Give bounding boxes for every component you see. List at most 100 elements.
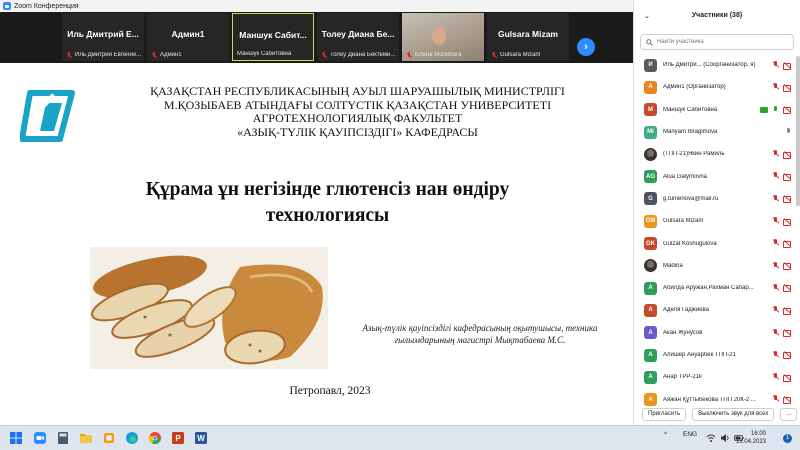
participant-avatar [644, 147, 657, 161]
participant-name: Иль Дмитри... (Соорганизатор, я) [663, 62, 756, 69]
participant-name: Маншук Сабитовна [663, 106, 718, 113]
participant-status-icons [772, 373, 792, 382]
participant-row[interactable]: MI Mariyam Ibragimova [634, 121, 794, 143]
participant-name: Gulsara Mizam [663, 218, 704, 225]
svg-text:W: W [197, 434, 205, 443]
windows-start-icon[interactable] [10, 432, 22, 444]
university-header: ҚАЗАҚСТАН РЕСПУБЛИКАСЫНЫҢ АУЫЛ ШАРУАШЫЛЫ… [85, 84, 630, 139]
mute-all-button[interactable]: Выключить звук для всех [692, 407, 775, 421]
participant-row[interactable]: И Иль Дмитри... (Соорганизатор, я) [634, 54, 794, 76]
author-info: Азық-түлік қауіпсіздігі кафедрасының оқы… [345, 322, 615, 346]
camera-off-icon [783, 62, 792, 70]
tile-name: Gulsara Mizam [498, 29, 558, 39]
participant-avatar [644, 259, 657, 273]
camera-off-icon [783, 195, 792, 204]
tile-label-text: Gulsara Mizam [500, 52, 541, 58]
title-line: Құрама ұн негізінде глютенсіз нан өндіру [145, 179, 510, 200]
mic-muted-icon [772, 328, 779, 337]
clock-time: 16:00 [750, 431, 766, 437]
univ-line: ҚАЗАҚСТАН РЕСПУБЛИКАСЫНЫҢ АУЫЛ ШАРУАШЫЛЫ… [150, 84, 565, 98]
zoom-window: Zoom Конференция Иль Дмитрий Е... Иль Дм… [0, 0, 800, 450]
participant-row[interactable]: Madina [634, 255, 794, 277]
participant-row[interactable]: А Акан Жунусов [634, 322, 794, 344]
mic-muted-icon [772, 83, 779, 91]
participant-row[interactable]: GM Gulsara Mizam [634, 210, 794, 232]
camera-off-icon [783, 84, 792, 92]
window-title: Zoom Конференция [14, 2, 79, 10]
mic-muted-icon [772, 172, 779, 180]
tile-label-text: Толеу Диана Бектеми... [330, 52, 396, 58]
tile-label: Админ1 [151, 52, 227, 58]
mic-muted-icon [772, 350, 779, 359]
participant-status-icons [772, 283, 792, 293]
camera-off-icon [783, 262, 792, 271]
participant-status-icons [772, 350, 792, 360]
participant-list: И Иль Дмитри... (Соорганизатор, я) А Админ1… [634, 54, 794, 411]
participant-name: Madina [663, 262, 683, 269]
invite-button[interactable]: Пригласить [642, 407, 687, 421]
participant-name: Алишер Ануарбек ТПП-21 [663, 352, 736, 358]
tile-name: Иль Дмитрий Е... [67, 29, 139, 39]
search-icon [646, 38, 653, 46]
edge-browser-icon[interactable] [126, 432, 138, 444]
panel-footer: Пригласить Выключить звук для всех ... [634, 403, 800, 425]
file-explorer-icon[interactable] [80, 432, 92, 444]
mic-muted-icon [772, 239, 779, 247]
participant-name: Mariyam Ibragimova [663, 129, 718, 136]
bread-photo [90, 247, 328, 369]
collapse-chevron-icon[interactable]: ⌄ [644, 12, 650, 20]
mic-muted-icon [406, 52, 412, 58]
participant-row[interactable]: (ТПП-21)Якин Рамиль [634, 143, 794, 165]
powerpoint-icon[interactable]: P [172, 432, 184, 444]
participant-row[interactable]: Gg.tumenova@mail.ru [634, 188, 794, 210]
participant-row[interactable]: А Анар ТРР-21k [634, 366, 794, 388]
participant-row[interactable]: AG Alua Galymovna [634, 165, 794, 187]
camera-off-icon [783, 351, 792, 360]
camera-off-icon [783, 329, 792, 338]
video-tile[interactable]: Админ1 Админ1 [147, 13, 229, 61]
participant-status-icons [772, 83, 792, 92]
mic-muted-icon [772, 194, 779, 203]
scrollbar-thumb[interactable] [796, 56, 800, 206]
app-icon[interactable] [103, 432, 115, 444]
participant-row[interactable]: А Алишер Ануарбек ТПП-21 [634, 344, 794, 366]
camera-off-icon [783, 374, 792, 382]
tray-expand-icon[interactable]: ^ [664, 431, 667, 438]
video-tile[interactable]: Толеу Диана Бе... Толеу Диана Бектеми... [317, 13, 399, 61]
svg-text:P: P [175, 434, 181, 443]
notification-badge[interactable]: 1 [783, 434, 792, 443]
volume-icon[interactable] [720, 433, 730, 443]
participant-status-icons [772, 61, 792, 70]
participant-status-icons [772, 194, 792, 204]
camera-off-icon [783, 240, 792, 248]
next-page-button[interactable]: › [577, 38, 595, 56]
participant-row[interactable]: А Абилда Аружан,Рахман Сапар... [634, 277, 794, 299]
participant-status-icons [772, 150, 792, 159]
system-clock[interactable]: 16:00 13.04.2023 [736, 430, 766, 446]
participants-scrollbar[interactable] [796, 54, 800, 394]
word-icon[interactable]: W [195, 432, 207, 444]
video-tile-active-speaker[interactable]: Маншук Сабит... Маншук Сабитовна [232, 13, 314, 61]
participant-search[interactable] [640, 34, 794, 50]
language-indicator[interactable]: ENG [683, 431, 697, 438]
microphone-icon [785, 127, 792, 136]
zoom-taskbar-icon[interactable] [34, 432, 46, 444]
participant-row[interactable]: А Админ1 (Организатор) [634, 76, 794, 98]
participant-row[interactable]: GK Gulzat Koshugulova [634, 232, 794, 254]
participant-avatar: А [644, 326, 657, 340]
video-tile[interactable]: Gulsara Mizam Gulsara Mizam [487, 13, 569, 61]
search-input[interactable] [657, 39, 777, 45]
participant-row[interactable]: М Маншук Сабитовна [634, 99, 794, 121]
author-line: Азық-түлік қауіпсіздігі кафедрасының оқы… [362, 323, 598, 333]
chrome-browser-icon[interactable] [149, 432, 161, 444]
calculator-icon[interactable] [57, 432, 69, 444]
video-tile[interactable]: Иль Дмитрий Е... Иль Дмитрий Евгение... [62, 13, 144, 61]
wifi-icon[interactable] [706, 433, 716, 443]
mic-muted-icon [321, 52, 327, 58]
participant-row[interactable]: А Аделя Гаджиева [634, 299, 794, 321]
video-tile-camera[interactable]: Елена Молибога [402, 13, 484, 61]
participant-status-icons [772, 328, 792, 338]
tile-name: Админ1 [171, 29, 205, 39]
more-options-button[interactable]: ... [780, 407, 798, 421]
participant-avatar: А [644, 370, 657, 384]
